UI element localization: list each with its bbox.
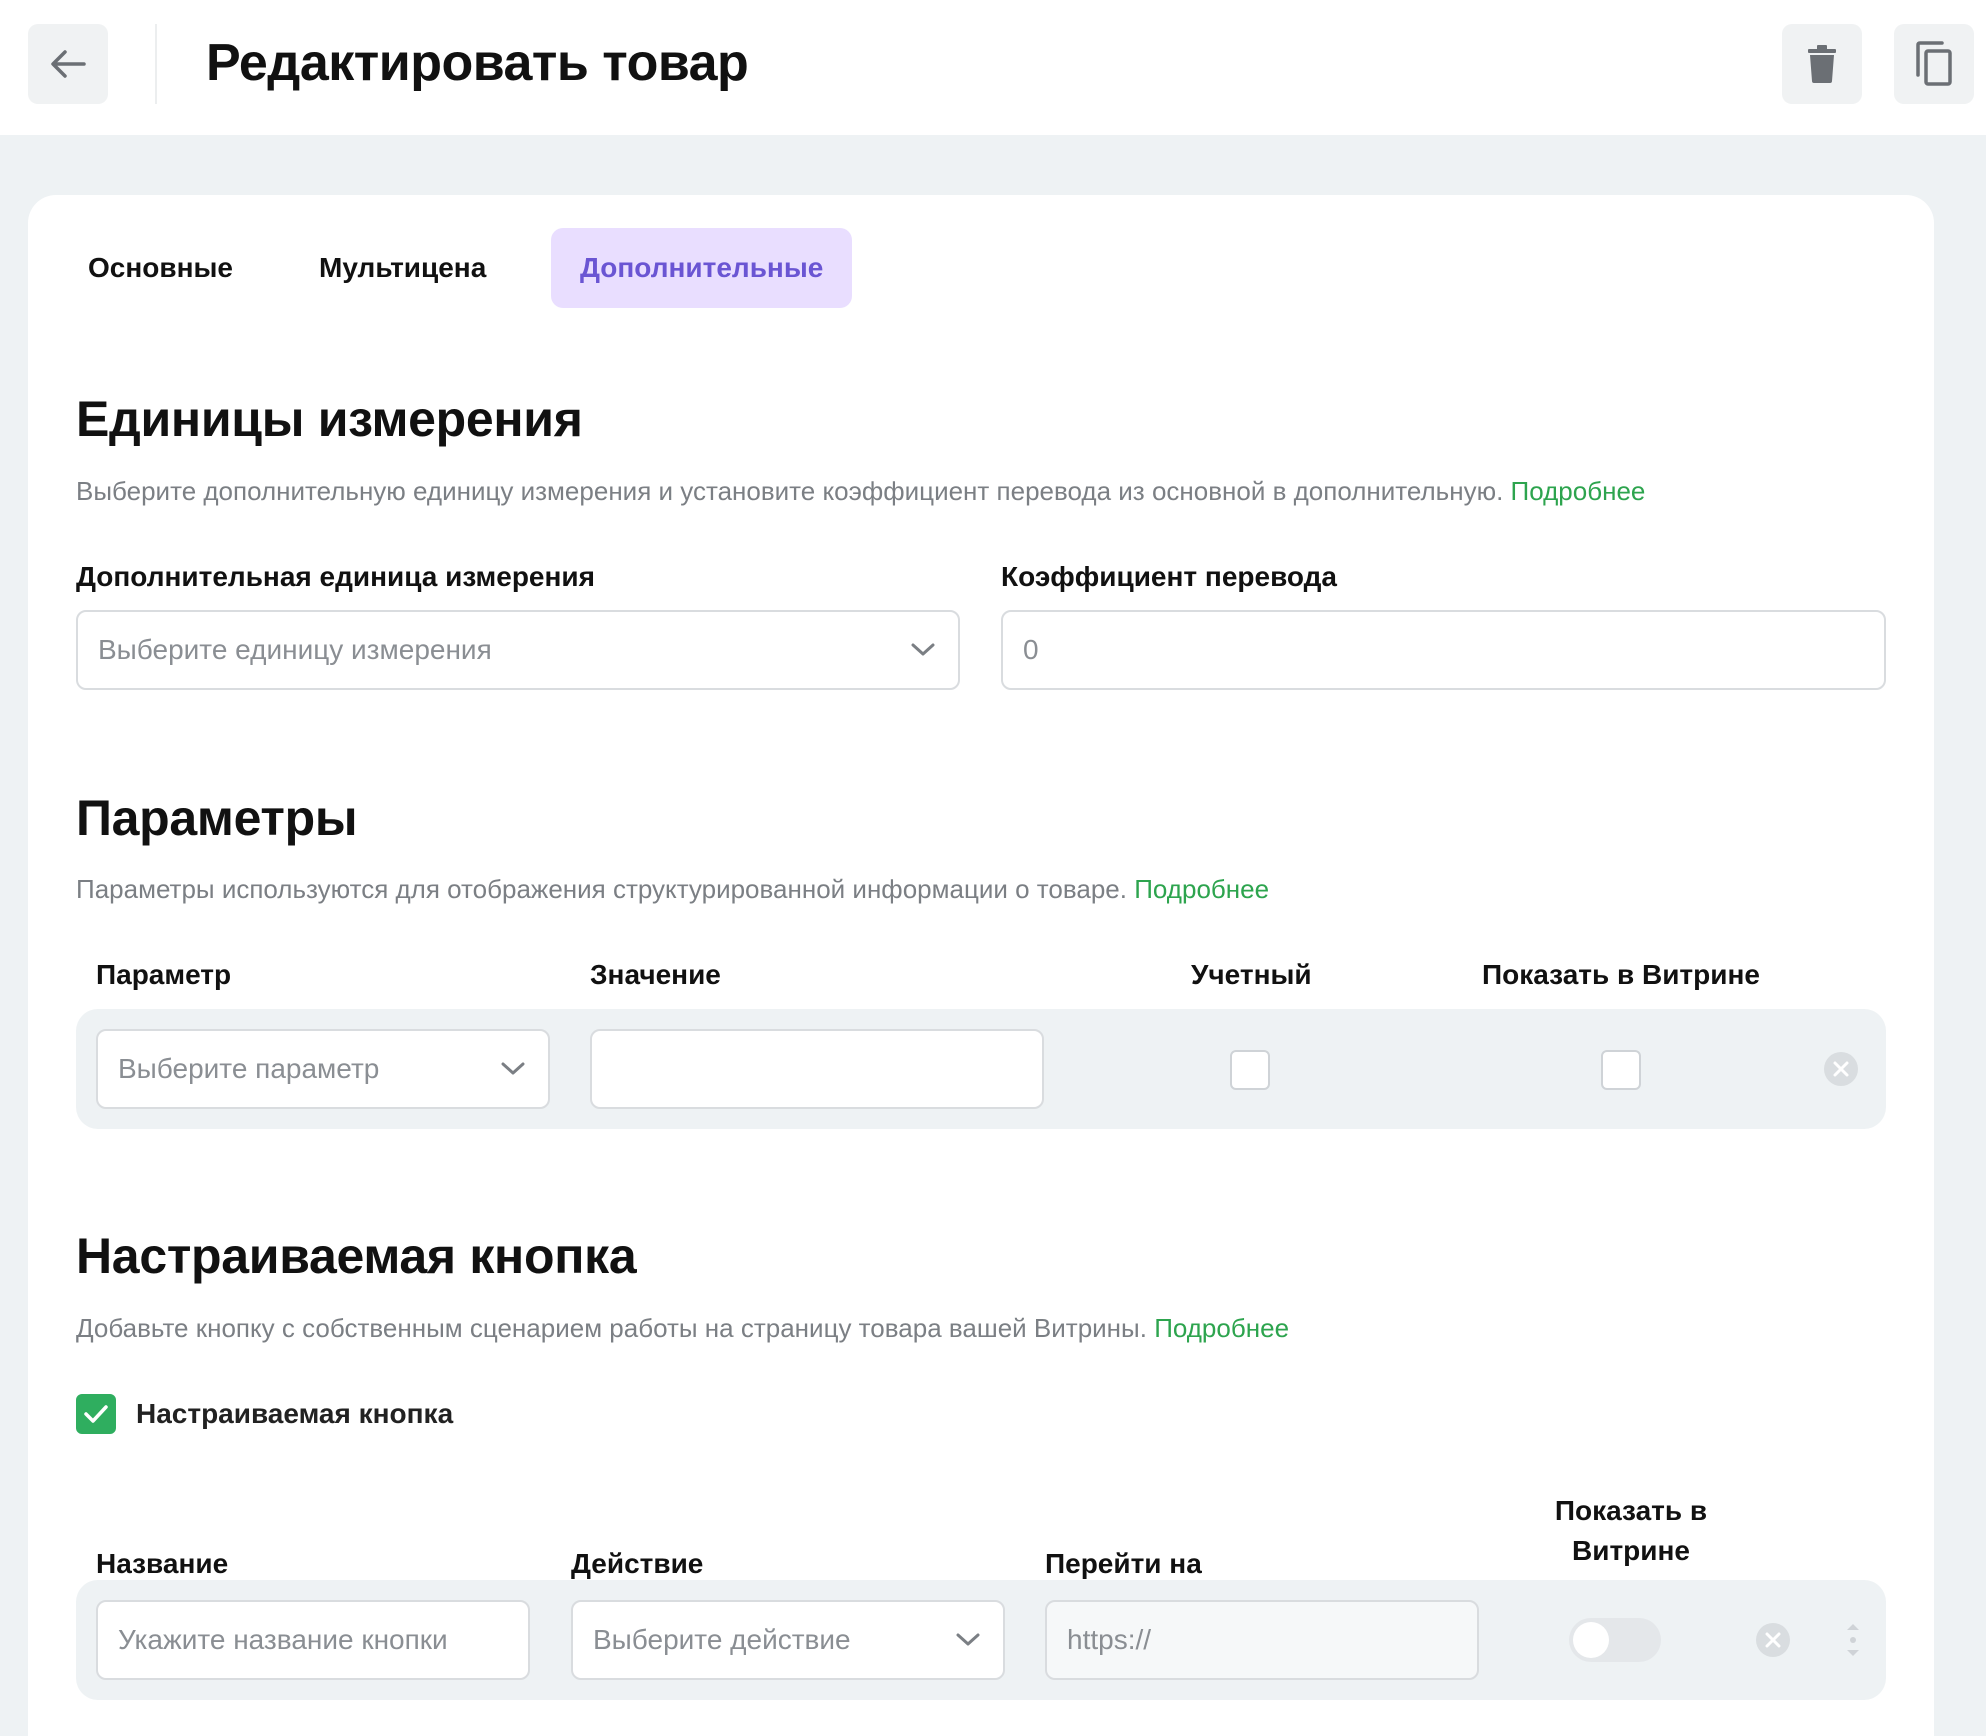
delete-button[interactable]	[1782, 24, 1862, 104]
ratio-label: Коэффициент перевода	[1001, 561, 1337, 592]
ratio-input[interactable]: 0	[1001, 610, 1886, 690]
units-more-link[interactable]: Подробнее	[1511, 476, 1646, 506]
params-section-description: Параметры используются для отображения с…	[76, 874, 1269, 905]
button-action-select[interactable]: Выберите действие	[571, 1600, 1005, 1680]
param-placeholder: Выберите параметр	[118, 1053, 380, 1084]
button-action-placeholder: Выберите действие	[593, 1624, 851, 1655]
toggle-knob	[1573, 1622, 1609, 1658]
check-icon	[84, 1405, 108, 1423]
custom-button-enable-label: Настраиваемая кнопка	[136, 1398, 454, 1429]
params-section-title: Параметры	[76, 790, 358, 846]
close-circle-icon[interactable]	[1755, 1622, 1791, 1658]
param-column-header: Параметр	[96, 959, 232, 990]
show-storefront-column-header-2: Показать в Витрине	[1481, 1491, 1781, 1571]
name-column-header: Название	[96, 1548, 229, 1579]
chevron-down-icon	[501, 1062, 525, 1075]
show-header-line-1: Показать в	[1554, 1495, 1708, 1526]
params-description-text: Параметры используются для отображения с…	[76, 874, 1127, 904]
custom-button-more-link[interactable]: Подробнее	[1154, 1313, 1289, 1343]
header-divider	[155, 24, 157, 104]
duplicate-button[interactable]	[1894, 24, 1974, 104]
chevron-down-icon	[911, 643, 935, 656]
accounting-column-header: Учетный	[1191, 959, 1312, 990]
chevron-down-icon	[956, 1633, 980, 1646]
back-button[interactable]	[28, 24, 108, 104]
top-bar: Редактировать товар	[0, 0, 1986, 135]
ratio-value: 0	[1023, 634, 1039, 665]
extra-unit-label: Дополнительная единица измерения	[76, 561, 595, 592]
param-select[interactable]: Выберите параметр	[96, 1029, 550, 1109]
button-goto-input[interactable]: https://	[1045, 1600, 1479, 1680]
tab-multiprice[interactable]: Мультицена	[290, 228, 515, 308]
show-storefront-checkbox[interactable]	[1601, 1050, 1641, 1090]
value-column-header: Значение	[590, 959, 721, 990]
params-more-link[interactable]: Подробнее	[1134, 874, 1269, 904]
page-title: Редактировать товар	[206, 34, 749, 92]
drag-handle-icon[interactable]	[1843, 1620, 1863, 1660]
show-storefront-column-header: Показать в Витрине	[1482, 959, 1760, 990]
custom-button-enable-checkbox[interactable]	[76, 1394, 116, 1434]
button-goto-placeholder: https://	[1067, 1624, 1152, 1655]
show-header-line-2: Витрине	[1572, 1535, 1690, 1566]
units-description-text: Выберите дополнительную единицу измерени…	[76, 476, 1504, 506]
button-name-input[interactable]: Укажите название кнопки	[96, 1600, 530, 1680]
custom-button-section-title: Настраиваемая кнопка	[76, 1228, 637, 1284]
show-storefront-toggle[interactable]	[1569, 1618, 1661, 1662]
trash-icon	[1808, 45, 1836, 83]
units-section-title: Единицы измерения	[76, 391, 583, 447]
goto-column-header: Перейти на	[1045, 1548, 1202, 1579]
units-section-description: Выберите дополнительную единицу измерени…	[76, 476, 1645, 507]
custom-button-section-description: Добавьте кнопку с собственным сценарием …	[76, 1313, 1289, 1344]
extra-unit-select[interactable]: Выберите единицу измерения	[76, 610, 960, 690]
action-column-header: Действие	[571, 1548, 704, 1579]
copy-icon	[1916, 41, 1952, 86]
arrow-left-icon	[51, 50, 86, 78]
tab-additional[interactable]: Дополнительные	[551, 228, 853, 308]
extra-unit-placeholder: Выберите единицу измерения	[98, 634, 492, 665]
button-name-placeholder: Укажите название кнопки	[118, 1624, 448, 1655]
tab-basic[interactable]: Основные	[59, 228, 262, 308]
product-edit-card: Основные Мультицена Дополнительные Едини…	[28, 195, 1934, 1736]
close-circle-icon[interactable]	[1823, 1051, 1859, 1087]
accounting-checkbox[interactable]	[1230, 1050, 1270, 1090]
custom-button-description-text: Добавьте кнопку с собственным сценарием …	[76, 1313, 1147, 1343]
param-value-input[interactable]	[590, 1029, 1044, 1109]
